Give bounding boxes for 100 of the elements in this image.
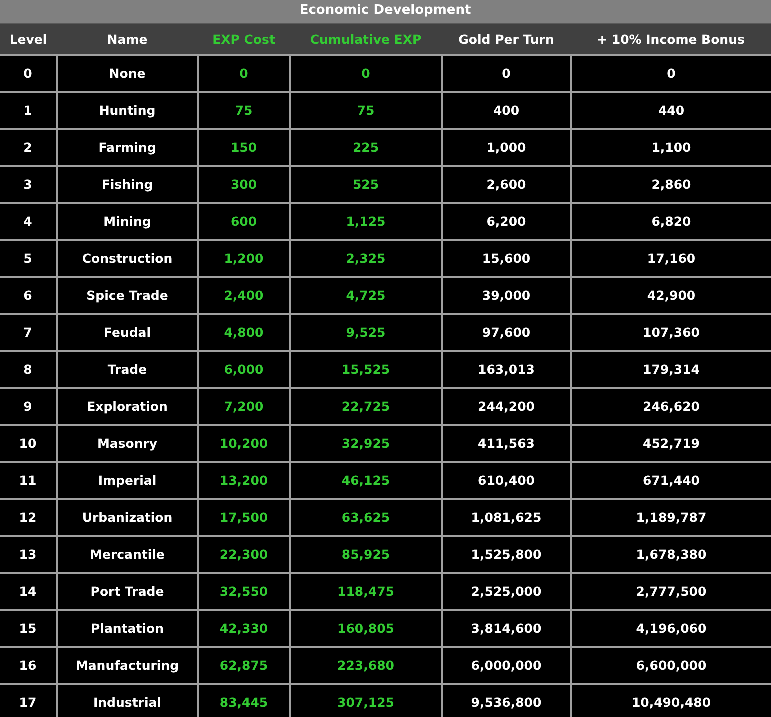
table-cell: 1,525,800 xyxy=(442,536,571,573)
table-cell: 22,725 xyxy=(290,388,442,425)
table-cell: 1,100 xyxy=(571,129,771,166)
table-title: Economic Development xyxy=(0,0,771,24)
table-cell: 246,620 xyxy=(571,388,771,425)
table-cell: 107,360 xyxy=(571,314,771,351)
table-cell: 2 xyxy=(0,129,57,166)
table-cell: Mercantile xyxy=(57,536,198,573)
table-cell: 17,160 xyxy=(571,240,771,277)
table-cell: 9 xyxy=(0,388,57,425)
table-cell: None xyxy=(57,55,198,92)
table-cell: 163,013 xyxy=(442,351,571,388)
table-cell: 13,200 xyxy=(198,462,290,499)
table-cell: 22,300 xyxy=(198,536,290,573)
table-cell: 63,625 xyxy=(290,499,442,536)
table-cell: 12 xyxy=(0,499,57,536)
table-cell: 307,125 xyxy=(290,684,442,717)
table-cell: 411,563 xyxy=(442,425,571,462)
table-cell: 2,525,000 xyxy=(442,573,571,610)
table-cell: 0 xyxy=(0,55,57,92)
table-cell: 525 xyxy=(290,166,442,203)
table-cell: 160,805 xyxy=(290,610,442,647)
table-cell: 600 xyxy=(198,203,290,240)
table-cell: 1,189,787 xyxy=(571,499,771,536)
table-cell: 0 xyxy=(290,55,442,92)
table-cell: Masonry xyxy=(57,425,198,462)
table-cell: 452,719 xyxy=(571,425,771,462)
table-cell: 15,525 xyxy=(290,351,442,388)
column-header: Cumulative EXP xyxy=(290,24,442,55)
table-cell: Mining xyxy=(57,203,198,240)
table-cell: 3,814,600 xyxy=(442,610,571,647)
table-cell: Farming xyxy=(57,129,198,166)
column-header: + 10% Income Bonus xyxy=(571,24,771,55)
table-cell: 2,325 xyxy=(290,240,442,277)
table-cell: 39,000 xyxy=(442,277,571,314)
table-cell: 75 xyxy=(290,92,442,129)
table-cell: 14 xyxy=(0,573,57,610)
table-cell: 11 xyxy=(0,462,57,499)
table-cell: 1,200 xyxy=(198,240,290,277)
table-cell: Urbanization xyxy=(57,499,198,536)
table-cell: Imperial xyxy=(57,462,198,499)
table-cell: 2,777,500 xyxy=(571,573,771,610)
table-cell: 42,330 xyxy=(198,610,290,647)
table-cell: 42,900 xyxy=(571,277,771,314)
table-cell: 6 xyxy=(0,277,57,314)
column-header: Level xyxy=(0,24,57,55)
column-header: Name xyxy=(57,24,198,55)
table-cell: 244,200 xyxy=(442,388,571,425)
table-cell: 118,475 xyxy=(290,573,442,610)
table-cell: 15 xyxy=(0,610,57,647)
table-cell: 10,490,480 xyxy=(571,684,771,717)
table-cell: 7 xyxy=(0,314,57,351)
table-cell: 75 xyxy=(198,92,290,129)
table-cell: 440 xyxy=(571,92,771,129)
table-cell: 1 xyxy=(0,92,57,129)
table-cell: 2,860 xyxy=(571,166,771,203)
table-cell: 610,400 xyxy=(442,462,571,499)
table-cell: Industrial xyxy=(57,684,198,717)
table-cell: Feudal xyxy=(57,314,198,351)
table-cell: 46,125 xyxy=(290,462,442,499)
table-cell: 5 xyxy=(0,240,57,277)
table-cell: 1,125 xyxy=(290,203,442,240)
table-cell: Manufacturing xyxy=(57,647,198,684)
table-cell: 85,925 xyxy=(290,536,442,573)
table-cell: 6,000,000 xyxy=(442,647,571,684)
table-cell: 15,600 xyxy=(442,240,571,277)
table-cell: Hunting xyxy=(57,92,198,129)
table-cell: 0 xyxy=(198,55,290,92)
table-cell: 2,600 xyxy=(442,166,571,203)
table-cell: 6,200 xyxy=(442,203,571,240)
table-cell: 10,200 xyxy=(198,425,290,462)
table-cell: Trade xyxy=(57,351,198,388)
table-cell: 225 xyxy=(290,129,442,166)
table-cell: 1,678,380 xyxy=(571,536,771,573)
table-cell: 400 xyxy=(442,92,571,129)
table-cell: 3 xyxy=(0,166,57,203)
table-cell: 6,000 xyxy=(198,351,290,388)
table-cell: 1,000 xyxy=(442,129,571,166)
table-cell: 13 xyxy=(0,536,57,573)
table-cell: Spice Trade xyxy=(57,277,198,314)
table-cell: 9,536,800 xyxy=(442,684,571,717)
table-cell: 300 xyxy=(198,166,290,203)
table-cell: Exploration xyxy=(57,388,198,425)
table-cell: 1,081,625 xyxy=(442,499,571,536)
table-cell: 150 xyxy=(198,129,290,166)
table-cell: Plantation xyxy=(57,610,198,647)
table-cell: 4,800 xyxy=(198,314,290,351)
table-cell: 4 xyxy=(0,203,57,240)
table-cell: 0 xyxy=(571,55,771,92)
table-cell: 17 xyxy=(0,684,57,717)
table-cell: Port Trade xyxy=(57,573,198,610)
table-cell: 4,725 xyxy=(290,277,442,314)
table-cell: 6,820 xyxy=(571,203,771,240)
column-header: EXP Cost xyxy=(198,24,290,55)
table-cell: 10 xyxy=(0,425,57,462)
table-cell: 83,445 xyxy=(198,684,290,717)
table-cell: Construction xyxy=(57,240,198,277)
table-cell: 4,196,060 xyxy=(571,610,771,647)
table-cell: 97,600 xyxy=(442,314,571,351)
table-cell: 62,875 xyxy=(198,647,290,684)
